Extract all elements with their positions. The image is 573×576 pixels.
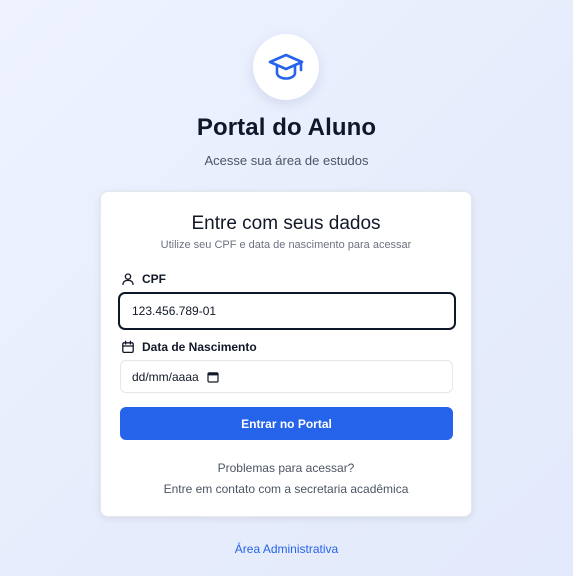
graduation-cap-icon (268, 52, 304, 82)
login-card: Entre com seus dados Utilize seu CPF e d… (100, 191, 472, 517)
app-subtitle: Acesse sua área de estudos (204, 153, 369, 168)
cpf-label: CPF (121, 272, 166, 286)
app-title: Portal do Aluno (196, 114, 377, 141)
birth-date-placeholder: dd/mm/aaaa (132, 369, 199, 384)
cpf-label-text: CPF (142, 272, 166, 286)
date-picker-icon[interactable] (207, 371, 219, 383)
enter-portal-button[interactable]: Entrar no Portal (120, 407, 453, 440)
birth-date-input[interactable]: dd/mm/aaaa (120, 360, 453, 393)
admin-area-link[interactable]: Área Administrativa (235, 542, 338, 556)
logo-badge (253, 34, 319, 100)
card-title: Entre com seus dados (191, 213, 381, 234)
cpf-input[interactable] (118, 292, 456, 330)
user-icon (121, 272, 135, 286)
help-contact: Entre em contato com a secretaria acadêm… (163, 482, 409, 496)
help-question: Problemas para acessar? (217, 461, 355, 475)
card-subtitle: Utilize seu CPF e data de nascimento par… (160, 239, 412, 251)
birth-date-label-text: Data de Nascimento (142, 340, 257, 354)
admin-area-link-row: Área Administrativa (0, 542, 573, 556)
birth-date-label: Data de Nascimento (121, 340, 257, 354)
calendar-icon (121, 340, 135, 354)
